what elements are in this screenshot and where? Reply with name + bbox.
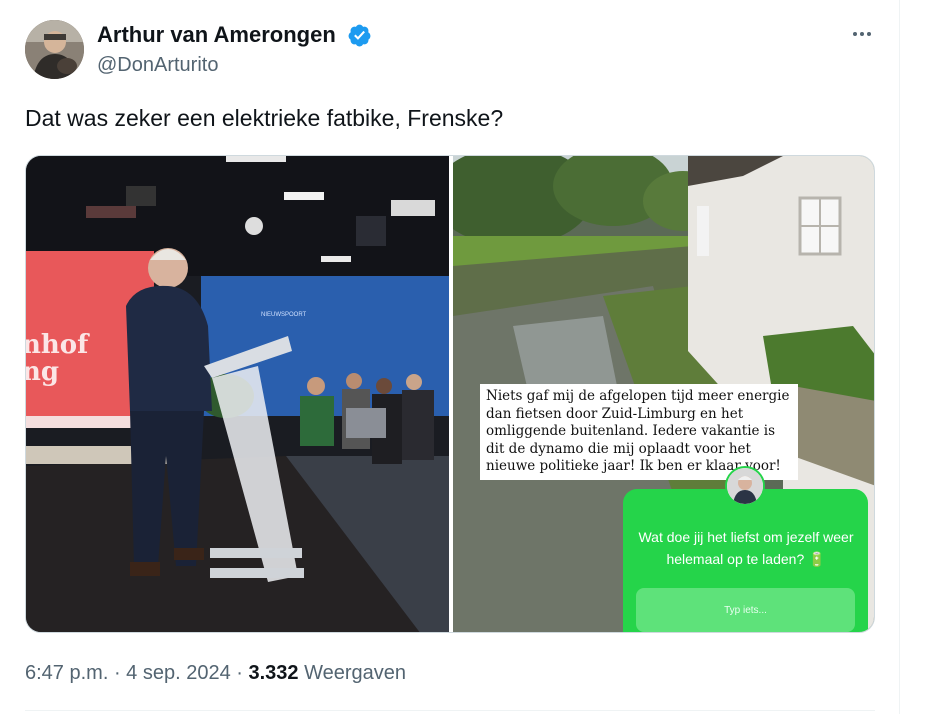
tweet-media[interactable]: NIEUWSPOORT nhof ng xyxy=(25,155,875,633)
tweet-meta: 6:47 p.m. · 4 sep. 2024 · 3.332 Weergave… xyxy=(25,660,406,686)
poster-text-2: ng xyxy=(26,357,59,387)
author-avatar[interactable] xyxy=(25,20,84,79)
views-label[interactable]: Weergaven xyxy=(299,662,406,684)
timeline-border xyxy=(899,0,900,714)
tweet-time[interactable]: 6:47 p.m. xyxy=(25,662,108,684)
media-photo-speaker[interactable]: NIEUWSPOORT nhof ng xyxy=(26,156,449,632)
tweet-text: Dat was zeker een elektrieke fatbike, Fr… xyxy=(25,105,504,131)
meta-separator: · xyxy=(108,662,127,684)
verified-badge-icon xyxy=(348,24,371,47)
author-handle[interactable]: @DonArturito xyxy=(97,53,218,77)
views-count[interactable]: 3.332 xyxy=(248,662,298,684)
story-question-text: Wat doe jij het liefst om jezelf weer he… xyxy=(638,529,854,567)
tweet-date[interactable]: 4 sep. 2024 xyxy=(126,662,231,684)
media-photo-story[interactable]: Niets gaf mij de afgelopen tijd meer ene… xyxy=(453,156,874,632)
story-question-avatar xyxy=(725,466,765,506)
studio-sign: NIEUWSPOORT xyxy=(261,312,307,318)
story-reply-input[interactable]: Typ iets... xyxy=(636,588,855,632)
poster-text-1: nhof xyxy=(26,330,90,360)
story-caption: Niets gaf mij de afgelopen tijd meer ene… xyxy=(480,384,798,480)
divider xyxy=(25,710,875,711)
author-name[interactable]: Arthur van Amerongen xyxy=(97,21,336,49)
more-options-icon[interactable] xyxy=(846,24,878,44)
meta-separator: · xyxy=(230,662,249,684)
